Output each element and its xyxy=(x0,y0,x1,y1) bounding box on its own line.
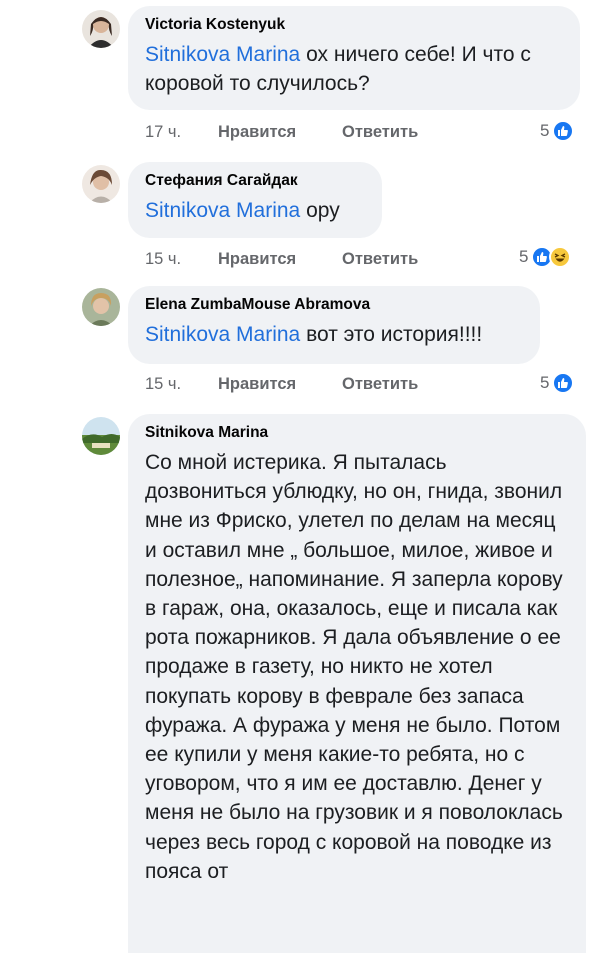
comment-bubble: Victoria Kostenyuk Sitnikova Marina ох н… xyxy=(128,6,580,110)
reply-button[interactable]: Ответить xyxy=(342,250,418,269)
comment-bubble: Elena ZumbaMouse Abramova Sitnikova Mari… xyxy=(128,286,540,364)
avatar[interactable] xyxy=(82,10,120,48)
comment-author[interactable]: Sitnikova Marina xyxy=(145,424,570,442)
haha-icon xyxy=(549,246,572,268)
avatar[interactable] xyxy=(82,417,120,455)
avatar[interactable] xyxy=(82,165,120,203)
timestamp[interactable]: 17 ч. xyxy=(145,123,181,142)
comment-text: Sitnikova Marina ору xyxy=(145,196,366,225)
reactions-summary[interactable]: 5 xyxy=(519,246,572,268)
like-button[interactable]: Нравится xyxy=(218,375,296,394)
mention-link[interactable]: Sitnikova Marina xyxy=(145,323,300,346)
comment-body: Со мной истерика. Я пыталась дозвониться… xyxy=(145,451,563,883)
comment-bubble: Sitnikova Marina Со мной истерика. Я пыт… xyxy=(128,414,586,953)
timestamp[interactable]: 15 ч. xyxy=(145,250,181,269)
reply-button[interactable]: Ответить xyxy=(342,123,418,142)
timestamp[interactable]: 15 ч. xyxy=(145,375,181,394)
comment-body: вот это история!!!! xyxy=(300,323,483,346)
comment-author[interactable]: Victoria Kostenyuk xyxy=(145,16,564,34)
mention-link[interactable]: Sitnikova Marina xyxy=(145,43,300,66)
comment-text: Sitnikova Marina ох ничего себе! И что с… xyxy=(145,40,564,98)
reactions-summary[interactable]: 5 xyxy=(540,372,575,394)
reaction-count: 5 xyxy=(519,247,529,266)
comment-body: ору xyxy=(300,199,340,222)
avatar[interactable] xyxy=(82,288,120,326)
mention-link[interactable]: Sitnikova Marina xyxy=(145,199,300,222)
comment-text: Sitnikova Marina вот это история!!!! xyxy=(145,320,524,349)
like-icon xyxy=(552,120,575,142)
comment-author[interactable]: Elena ZumbaMouse Abramova xyxy=(145,296,524,314)
comment-bubble: Стефания Сагайдак Sitnikova Marina ору xyxy=(128,162,382,238)
comment-author[interactable]: Стефания Сагайдак xyxy=(145,172,366,190)
reply-button[interactable]: Ответить xyxy=(342,375,418,394)
like-button[interactable]: Нравится xyxy=(218,123,296,142)
reaction-count: 5 xyxy=(540,121,550,140)
like-button[interactable]: Нравится xyxy=(218,250,296,269)
reactions-summary[interactable]: 5 xyxy=(540,120,575,142)
reaction-count: 5 xyxy=(540,373,550,392)
like-icon xyxy=(552,372,575,394)
